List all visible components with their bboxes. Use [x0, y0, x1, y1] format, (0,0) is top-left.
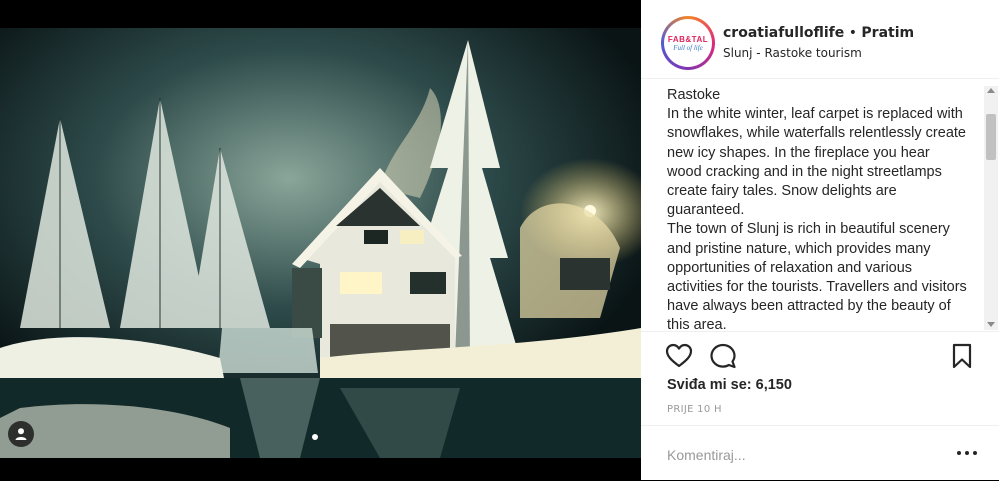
carousel-indicator-dot [312, 434, 318, 440]
caption: Rastoke In the white winter, leaf carpet… [667, 86, 967, 330]
caption-title: Rastoke [667, 87, 721, 103]
likes-count[interactable]: Sviđa mi se: 6,150 [667, 377, 792, 393]
avatar-logo: FAB&TAL Full of life [664, 19, 712, 67]
heart-icon[interactable] [665, 342, 693, 370]
logo-text-top: FAB&TAL [667, 34, 709, 44]
following-button[interactable]: Pratim [861, 25, 914, 41]
avatar[interactable]: FAB&TAL Full of life [661, 16, 715, 70]
comment-bar [641, 425, 999, 481]
caption-paragraph: In the white winter, leaf carpet is repl… [667, 106, 966, 219]
post-photo[interactable] [0, 28, 641, 458]
user-tag-button[interactable] [8, 421, 34, 447]
post-timestamp[interactable]: PRIJE 10 H [667, 404, 722, 415]
post-header: FAB&TAL Full of life croatiafulloflife •… [641, 0, 999, 79]
more-dot [973, 451, 977, 455]
caption-paragraph: The town of Slunj is rich in beautiful s… [667, 221, 967, 330]
user-tag-icon [15, 428, 27, 440]
scrollbar-thumb[interactable] [986, 114, 996, 160]
separator-dot: • [844, 25, 862, 41]
comment-icon[interactable] [709, 342, 737, 370]
more-dot [965, 451, 969, 455]
winter-house-photo [0, 28, 641, 458]
location-link[interactable]: Slunj - Rastoke tourism [723, 46, 862, 60]
action-bar [641, 331, 999, 380]
bookmark-icon[interactable] [948, 342, 976, 370]
scroll-down-arrow-icon[interactable] [987, 322, 995, 327]
logo-text-bottom: Full of life [673, 43, 703, 52]
username-link[interactable]: croatiafulloflife [723, 25, 844, 41]
more-dot [957, 451, 961, 455]
more-options-icon[interactable] [957, 445, 977, 461]
user-line: croatiafulloflife • Pratim [723, 25, 914, 41]
post-side-panel: FAB&TAL Full of life croatiafulloflife •… [641, 0, 999, 480]
post-media-area [0, 0, 641, 480]
scroll-up-arrow-icon[interactable] [987, 88, 995, 93]
comment-input[interactable] [667, 444, 947, 466]
caption-scrollbar[interactable] [984, 86, 998, 330]
